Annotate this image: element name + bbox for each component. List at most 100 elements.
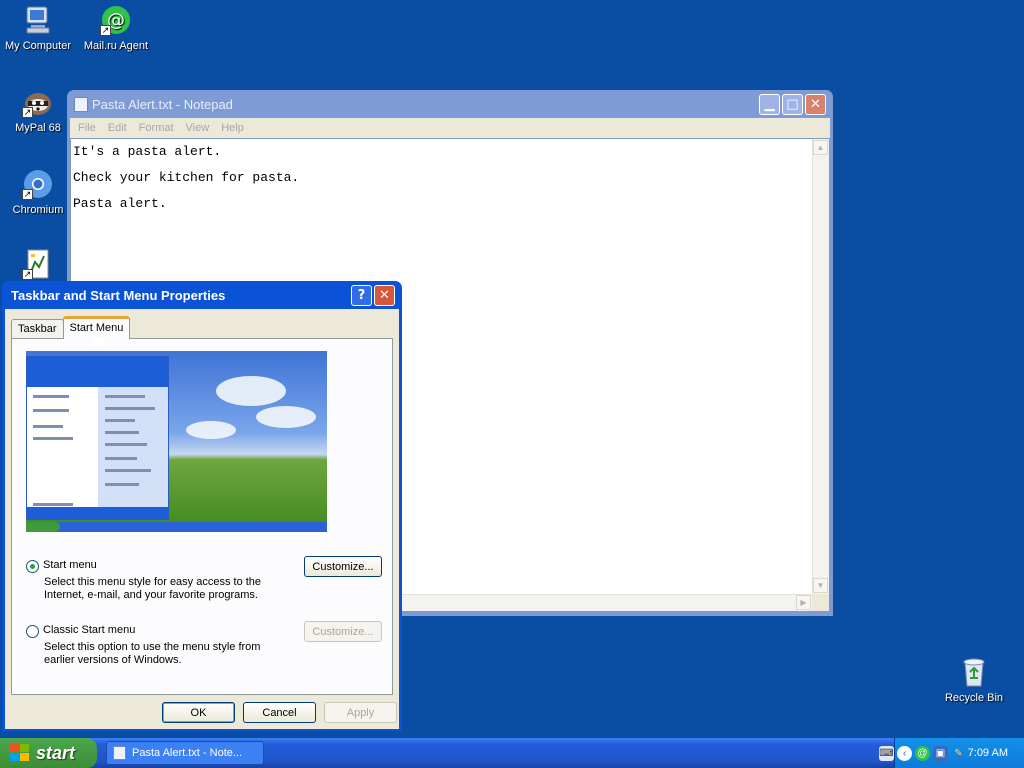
preview-menu-line xyxy=(33,395,69,398)
preview-menu-line xyxy=(105,483,139,486)
maximize-button[interactable]: □ xyxy=(782,93,803,115)
menu-format[interactable]: Format xyxy=(133,122,180,134)
network-icon[interactable]: ▣ xyxy=(933,745,948,761)
tab-start-menu[interactable]: Start Menu xyxy=(62,316,131,339)
description-line: Internet, e-mail, and your favorite prog… xyxy=(44,589,258,601)
preview-menu-line xyxy=(105,469,151,472)
desktop-icon-label: MyPal 68 xyxy=(15,122,61,134)
preview-menu-line xyxy=(105,407,155,410)
mypal-raccoon-icon: ↗ xyxy=(22,86,54,118)
menu-view[interactable]: View xyxy=(180,122,216,134)
broom-icon[interactable]: ✎ xyxy=(951,746,966,761)
classic-start-menu-radio-label[interactable]: Classic Start menu xyxy=(43,624,135,636)
minimize-icon: ▁ xyxy=(764,96,775,112)
notepad-app-icon xyxy=(113,746,126,760)
start-menu-radio-label[interactable]: Start menu xyxy=(43,559,97,571)
cancel-button[interactable]: Cancel xyxy=(243,702,316,723)
keyboard-icon[interactable]: ⌨ xyxy=(879,745,894,761)
text-line: It's a pasta alert. xyxy=(73,144,222,159)
notepad-title-bar[interactable]: Pasta Alert.txt - Notepad ▁ □ ✕ xyxy=(70,90,830,118)
mail-ru-agent-icon: @ ↗ xyxy=(100,4,132,36)
mail-ru-tray-icon[interactable]: @ xyxy=(915,745,930,761)
desktop-icon-chromium[interactable]: ↗ Chromium xyxy=(0,168,76,217)
start-label: start xyxy=(36,742,76,763)
description-line: Select this menu style for easy access t… xyxy=(44,576,262,588)
desktop-icon-mypal[interactable]: ↗ MyPal 68 xyxy=(0,86,76,135)
ok-button[interactable]: OK xyxy=(162,702,235,723)
preview-menu-line xyxy=(33,503,73,506)
shortcut-arrow-icon: ↗ xyxy=(22,269,33,280)
preview-menu-line xyxy=(105,419,135,422)
desktop-icon-unlabeled[interactable]: ↗ xyxy=(0,248,76,284)
close-icon: ✕ xyxy=(810,96,821,112)
shortcut-arrow-icon: ↗ xyxy=(22,107,33,118)
taskbar-item-label: Pasta Alert.txt - Note... xyxy=(132,747,243,759)
desktop-icon-recycle-bin[interactable]: Recycle Bin xyxy=(936,656,1012,705)
preview-start-menu-right xyxy=(98,387,168,507)
description-line: earlier versions of Windows. xyxy=(44,654,182,666)
classic-start-menu-option[interactable]: Classic Start menu xyxy=(26,624,135,638)
preview-cloud xyxy=(186,421,236,439)
start-menu-radio[interactable] xyxy=(26,560,39,573)
preview-cloud xyxy=(216,376,286,406)
preview-menu-line xyxy=(33,425,63,428)
menu-edit[interactable]: Edit xyxy=(102,122,133,134)
back-arrow-icon[interactable]: ‹ xyxy=(897,745,912,761)
clock: 7:09 AM xyxy=(967,747,1008,759)
vertical-scrollbar[interactable]: ▲ ▼ xyxy=(812,139,829,594)
preview-start-menu-footer xyxy=(27,507,168,519)
notepad-title: Pasta Alert.txt - Notepad xyxy=(92,96,233,112)
recycle-bin-icon xyxy=(958,656,990,688)
notepad-app-icon xyxy=(74,96,88,112)
desktop-icon-my-computer[interactable]: My Computer xyxy=(0,4,76,53)
dialog-body: Taskbar Start Menu Start menu Select thi… xyxy=(5,309,399,729)
desktop-icon-label: Chromium xyxy=(12,204,64,216)
desktop-icon-mail-ru-agent[interactable]: @ ↗ Mail.ru Agent xyxy=(78,4,154,53)
help-button[interactable]: ? xyxy=(351,284,372,306)
notepad-menu-bar: File Edit Format View Help xyxy=(70,118,830,138)
dialog-title: Taskbar and Start Menu Properties xyxy=(11,287,226,303)
text-line: Check your kitchen for pasta. xyxy=(73,170,300,185)
text-line: Pasta alert. xyxy=(73,196,167,211)
windows-logo-icon xyxy=(10,744,30,762)
menu-help[interactable]: Help xyxy=(215,122,250,134)
close-icon: ✕ xyxy=(379,287,390,303)
tab-strip: Taskbar Start Menu xyxy=(11,316,131,339)
customize-start-menu-button[interactable]: Customize... xyxy=(304,556,382,577)
preview-menu-line xyxy=(105,443,147,446)
scroll-up-icon[interactable]: ▲ xyxy=(813,140,828,155)
scroll-down-icon[interactable]: ▼ xyxy=(813,578,828,593)
menu-file[interactable]: File xyxy=(72,122,102,134)
scroll-right-icon[interactable]: ▶ xyxy=(796,595,811,610)
shortcut-arrow-icon: ↗ xyxy=(22,189,33,200)
dialog-close-button[interactable]: ✕ xyxy=(374,284,395,306)
preview-menu-line xyxy=(33,409,69,412)
apply-button[interactable]: Apply xyxy=(324,702,397,723)
preview-start-menu xyxy=(26,356,169,520)
desktop-icon-label: Recycle Bin xyxy=(944,692,1004,704)
customize-classic-button[interactable]: Customize... xyxy=(304,621,382,642)
preview-start-menu-header xyxy=(27,357,168,387)
preview-cloud xyxy=(256,406,316,428)
taskbar-item-notepad[interactable]: Pasta Alert.txt - Note... xyxy=(106,741,264,765)
start-menu-tab-panel: Start menu Select this menu style for ea… xyxy=(11,338,393,695)
classic-start-menu-description: Select this option to use the menu style… xyxy=(44,641,294,667)
system-tray: ⌨ ‹ @ ▣ ✎ 7:09 AM xyxy=(879,738,1024,768)
classic-start-menu-radio[interactable] xyxy=(26,625,39,638)
start-menu-option[interactable]: Start menu xyxy=(26,559,97,573)
preview-start-button xyxy=(26,522,60,532)
notepad-content: It's a pasta alert. Check your kitchen f… xyxy=(71,139,829,217)
minimize-button[interactable]: ▁ xyxy=(759,93,780,115)
dialog-title-bar[interactable]: Taskbar and Start Menu Properties ? ✕ xyxy=(5,281,399,309)
description-line: Select this option to use the menu style… xyxy=(44,641,261,653)
properties-dialog: Taskbar and Start Menu Properties ? ✕ Ta… xyxy=(2,281,402,731)
preview-menu-line xyxy=(33,437,73,440)
size-grip-icon[interactable] xyxy=(812,594,829,611)
maximize-icon: □ xyxy=(786,96,799,112)
desktop-icon-label: Mail.ru Agent xyxy=(83,40,149,52)
start-button[interactable]: start xyxy=(0,738,97,768)
taskbar: start Pasta Alert.txt - Note... ⌨ ‹ @ ▣ … xyxy=(0,738,1024,768)
close-button[interactable]: ✕ xyxy=(805,93,826,115)
tab-taskbar[interactable]: Taskbar xyxy=(11,319,64,339)
preview-menu-line xyxy=(105,395,145,398)
